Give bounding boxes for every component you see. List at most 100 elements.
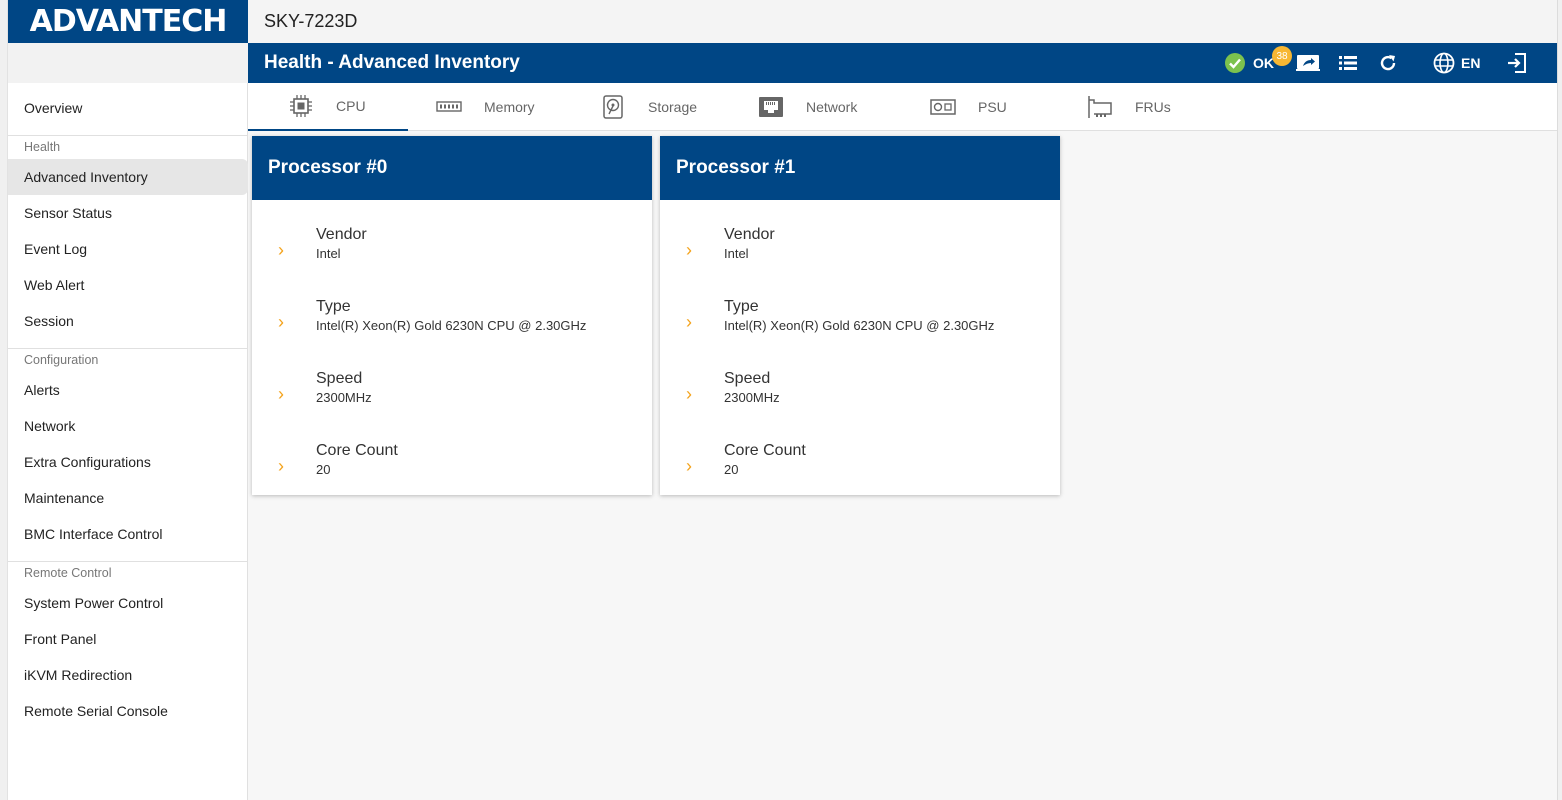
logout-icon bbox=[1508, 53, 1526, 73]
sidebar-item-label: Advanced Inventory bbox=[24, 169, 148, 185]
sidebar-item-label: Maintenance bbox=[24, 490, 105, 506]
sidebar-item-system-power-control[interactable]: System Power Control bbox=[8, 585, 248, 621]
language-selector[interactable]: EN bbox=[1433, 43, 1480, 83]
sidebar-item-extra-configurations[interactable]: Extra Configurations bbox=[8, 444, 248, 480]
processor-card: Processor #1 › Vendor Intel › Type Intel… bbox=[660, 136, 1060, 495]
expansion-card-icon bbox=[1087, 94, 1113, 120]
sidebar-item-label: BMC Interface Control bbox=[24, 526, 163, 542]
chevron-right-icon: › bbox=[686, 384, 692, 404]
main-content: CPU Memory Storage Network PSU FRUs Proc… bbox=[248, 83, 1557, 800]
list-icon bbox=[1339, 56, 1357, 70]
sidebar-section-health: Health bbox=[24, 140, 61, 154]
tab-label: PSU bbox=[978, 99, 1007, 115]
sidebar-item-bmc-interface-control[interactable]: BMC Interface Control bbox=[8, 516, 248, 552]
sidebar-item-overview[interactable]: Overview bbox=[8, 90, 248, 126]
sidebar-item-label: Extra Configurations bbox=[24, 454, 151, 470]
notification-badge[interactable]: 38 bbox=[1272, 46, 1292, 66]
sidebar: Overview Health Advanced Inventory Senso… bbox=[8, 83, 248, 800]
kvm-launch-button[interactable] bbox=[1296, 43, 1320, 83]
speed-field: › Speed 2300MHz bbox=[660, 370, 1060, 430]
sidebar-item-advanced-inventory[interactable]: Advanced Inventory bbox=[8, 159, 248, 195]
memory-icon bbox=[436, 94, 462, 120]
tab-label: FRUs bbox=[1135, 99, 1171, 115]
sidebar-item-label: Front Panel bbox=[24, 631, 97, 647]
sidebar-section-configuration: Configuration bbox=[24, 353, 99, 367]
field-label: Core Count bbox=[316, 442, 398, 459]
window-frame-right bbox=[1557, 0, 1562, 800]
processor-card: Processor #0 › Vendor Intel › Type Intel… bbox=[252, 136, 652, 495]
tab-psu[interactable]: PSU bbox=[930, 83, 1007, 131]
sidebar-item-label: Overview bbox=[24, 100, 83, 116]
sidebar-divider bbox=[8, 561, 248, 562]
logo-text: ADVANTECH bbox=[29, 4, 228, 39]
sidebar-item-event-log[interactable]: Event Log bbox=[8, 231, 248, 267]
globe-icon bbox=[1433, 52, 1455, 74]
top-bar: SKY-7223D bbox=[248, 0, 1557, 43]
sidebar-item-front-panel[interactable]: Front Panel bbox=[8, 621, 248, 657]
field-label: Speed bbox=[316, 370, 363, 387]
field-label: Type bbox=[724, 298, 759, 315]
sidebar-item-web-alert[interactable]: Web Alert bbox=[8, 267, 248, 303]
network-port-icon bbox=[758, 94, 784, 120]
card-title: Processor #1 bbox=[660, 136, 1060, 200]
logout-button[interactable] bbox=[1507, 43, 1527, 83]
sidebar-item-alerts[interactable]: Alerts bbox=[8, 372, 248, 408]
field-label: Vendor bbox=[316, 226, 367, 243]
vendor-field: › Vendor Intel bbox=[252, 226, 652, 286]
sidebar-item-label: Session bbox=[24, 313, 74, 329]
tab-label: Memory bbox=[484, 99, 535, 115]
tab-storage[interactable]: Storage bbox=[600, 83, 697, 131]
sidebar-item-network[interactable]: Network bbox=[8, 408, 248, 444]
page-title: Health - Advanced Inventory bbox=[264, 52, 520, 73]
tab-network[interactable]: Network bbox=[758, 83, 857, 131]
sidebar-item-label: iKVM Redirection bbox=[24, 667, 133, 683]
type-field: › Type Intel(R) Xeon(R) Gold 6230N CPU @… bbox=[660, 298, 1060, 358]
tab-label: Storage bbox=[648, 99, 698, 115]
sidebar-item-remote-serial-console[interactable]: Remote Serial Console bbox=[8, 693, 248, 729]
sidebar-item-label: Event Log bbox=[24, 241, 88, 257]
sidebar-item-label: Sensor Status bbox=[24, 205, 112, 221]
refresh-button[interactable] bbox=[1378, 43, 1398, 83]
field-value: Intel bbox=[724, 246, 749, 261]
power-supply-icon bbox=[930, 94, 956, 120]
check-circle-icon bbox=[1225, 53, 1245, 73]
refresh-icon bbox=[1380, 55, 1396, 71]
field-label: Type bbox=[316, 298, 351, 315]
health-status-indicator[interactable]: OK bbox=[1225, 43, 1274, 83]
cpu-icon bbox=[288, 93, 314, 119]
sidebar-item-ikvm-redirection[interactable]: iKVM Redirection bbox=[8, 657, 248, 693]
sidebar-divider bbox=[8, 348, 248, 349]
chevron-right-icon: › bbox=[278, 240, 284, 260]
chevron-right-icon: › bbox=[686, 456, 692, 476]
field-label: Vendor bbox=[724, 226, 775, 243]
chevron-right-icon: › bbox=[686, 240, 692, 260]
sidebar-divider bbox=[8, 135, 248, 136]
language-label: EN bbox=[1461, 55, 1481, 71]
list-view-button[interactable] bbox=[1339, 43, 1357, 83]
field-value: Intel bbox=[316, 246, 341, 261]
window-frame-left bbox=[0, 0, 8, 800]
field-value: Intel(R) Xeon(R) Gold 6230N CPU @ 2.30GH… bbox=[724, 318, 995, 333]
tab-memory[interactable]: Memory bbox=[436, 83, 535, 131]
field-label: Speed bbox=[724, 370, 771, 387]
sidebar-section-remote-control: Remote Control bbox=[24, 566, 112, 580]
sidebar-item-session[interactable]: Session bbox=[8, 303, 248, 339]
field-value: 2300MHz bbox=[724, 390, 780, 405]
brand-logo[interactable]: ADVANTECH bbox=[8, 0, 248, 43]
sidebar-item-sensor-status[interactable]: Sensor Status bbox=[8, 195, 248, 231]
hard-drive-icon bbox=[600, 94, 626, 120]
tab-frus[interactable]: FRUs bbox=[1087, 83, 1171, 131]
tab-cpu[interactable]: CPU bbox=[248, 83, 408, 131]
core-count-field: › Core Count 20 bbox=[660, 442, 1060, 502]
field-value: Intel(R) Xeon(R) Gold 6230N CPU @ 2.30GH… bbox=[316, 318, 587, 333]
status-label: OK bbox=[1253, 55, 1274, 71]
vendor-field: › Vendor Intel bbox=[660, 226, 1060, 286]
card-title: Processor #0 bbox=[252, 136, 652, 200]
field-value: 20 bbox=[724, 462, 739, 477]
sidebar-item-maintenance[interactable]: Maintenance bbox=[8, 480, 248, 516]
inventory-tabs: CPU Memory Storage Network PSU FRUs bbox=[248, 83, 1557, 131]
logo-spacer bbox=[8, 43, 248, 83]
chevron-right-icon: › bbox=[686, 312, 692, 332]
chevron-right-icon: › bbox=[278, 384, 284, 404]
field-value: 20 bbox=[316, 462, 331, 477]
